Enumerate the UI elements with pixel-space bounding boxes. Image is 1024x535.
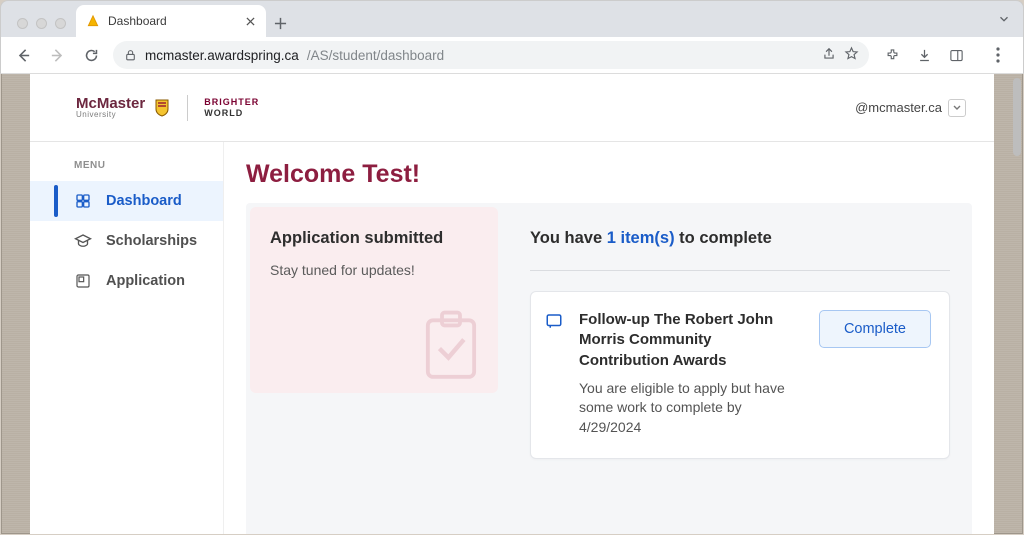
sidebar-item-label: Application [106,273,185,289]
nav-forward-button[interactable] [45,43,69,67]
panel-icon[interactable] [947,48,965,63]
url-path: /AS/student/dashboard [307,48,444,63]
brand-brighter-text: BRIGHTER WORLD [204,97,259,118]
welcome-heading: Welcome Test! [246,160,972,189]
application-submitted-card: Application submitted Stay tuned for upd… [250,207,498,393]
menu-dots-icon[interactable] [989,47,1007,63]
submitted-title: Application submitted [270,229,478,248]
application-icon [74,273,92,289]
brand-mcmaster-text: McMaster University [76,97,145,119]
sidebar-item-dashboard[interactable]: Dashboard [30,181,223,221]
address-bar: mcmaster.awardspring.ca/AS/student/dashb… [0,37,1024,74]
url-input[interactable]: mcmaster.awardspring.ca/AS/student/dashb… [113,41,869,69]
browser-tab-strip: Dashboard [0,0,1024,37]
app-page: McMaster University BRIGHTER WORLD @mcma… [30,74,994,534]
tasks-column: You have 1 item(s) to complete Follow-up… [502,203,972,534]
window-max-dot[interactable] [55,18,66,29]
window-min-dot[interactable] [36,18,47,29]
window-controls [1,18,66,37]
user-email: @mcmaster.ca [855,100,942,115]
tasks-heading: You have 1 item(s) to complete [530,229,950,248]
browser-tab[interactable]: Dashboard [76,5,266,37]
graduation-cap-icon [74,232,92,250]
tab-title: Dashboard [108,14,236,28]
tasks-count: 1 item(s) [607,229,675,247]
clipboard-check-icon [420,310,482,387]
dashboard-icon [74,193,92,209]
tab-overflow-icon[interactable] [997,12,1011,37]
sidebar: MENU Dashboard Scholarships Application [30,142,224,534]
dashboard-panels: Application submitted Stay tuned for upd… [246,203,972,534]
toolbar-right-icons [883,47,1007,63]
viewport-scroll-thumb[interactable] [1013,78,1021,156]
complete-button[interactable]: Complete [819,310,931,348]
user-menu[interactable]: @mcmaster.ca [855,99,966,117]
user-dropdown-icon[interactable] [948,99,966,117]
menu-section-label: MENU [30,152,223,181]
tab-favicon-icon [86,14,100,28]
task-title: Follow-up The Robert John Morris Communi… [579,310,805,371]
sidebar-item-label: Dashboard [106,193,182,209]
lock-icon [123,49,137,62]
submitted-subtitle: Stay tuned for updates! [270,262,478,278]
share-icon[interactable] [822,47,836,64]
brand-logo[interactable]: McMaster University BRIGHTER WORLD [76,95,259,121]
sidebar-item-scholarships[interactable]: Scholarships [30,221,223,261]
crest-icon [155,98,171,118]
task-desc: You are eligible to apply but have some … [579,379,805,438]
nav-back-button[interactable] [11,43,35,67]
brand-separator [187,95,188,121]
url-host: mcmaster.awardspring.ca [145,48,299,63]
tabs: Dashboard [76,1,1023,37]
extensions-icon[interactable] [883,48,901,63]
tab-close-icon[interactable] [244,15,256,27]
window-close-dot[interactable] [17,18,28,29]
task-card: Follow-up The Robert John Morris Communi… [530,291,950,459]
new-tab-button[interactable] [266,9,294,37]
nav-reload-button[interactable] [79,43,103,67]
main-content: Welcome Test! Application submitted Stay… [224,142,994,534]
divider [530,270,950,271]
app-header: McMaster University BRIGHTER WORLD @mcma… [30,74,994,142]
sidebar-item-label: Scholarships [106,233,197,249]
downloads-icon[interactable] [915,48,933,63]
task-text: Follow-up The Robert John Morris Communi… [579,310,805,438]
sidebar-item-application[interactable]: Application [30,261,223,301]
followup-icon [545,310,565,335]
bookmark-star-icon[interactable] [844,46,859,64]
app-body: MENU Dashboard Scholarships Application [30,142,994,534]
viewport-scrollbar[interactable] [1013,78,1021,531]
